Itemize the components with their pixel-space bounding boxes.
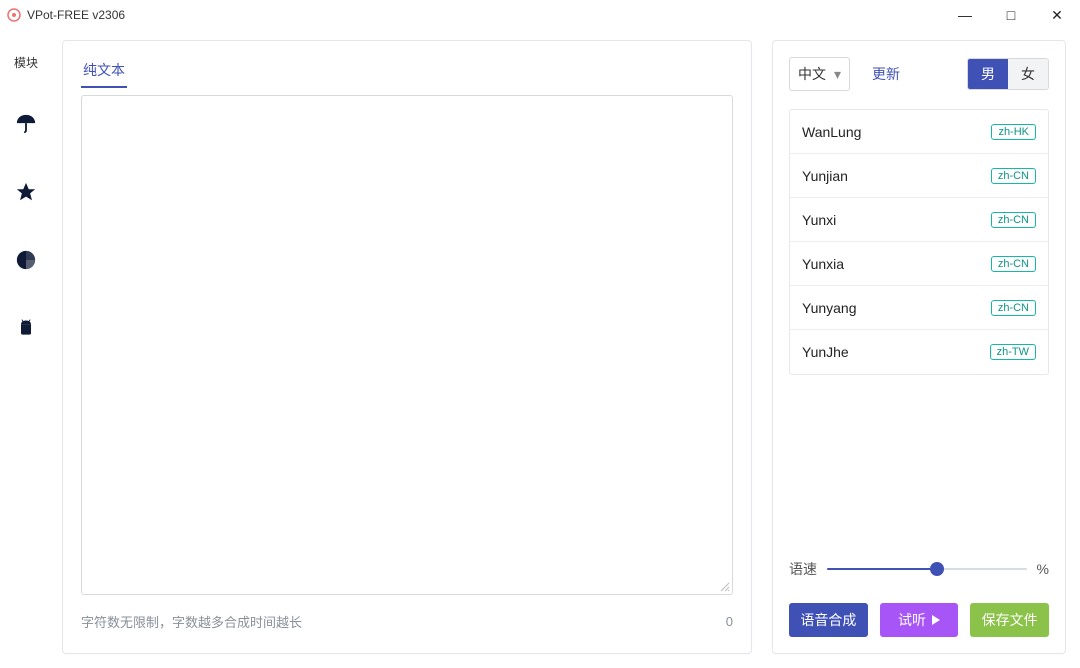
voice-panel: 中文 ▾ 更新 男 女 WanLung zh-HK Yunjian zh-CN [772, 40, 1066, 654]
title-bar: VPot-FREE v2306 — □ ✕ [0, 0, 1080, 30]
locale-badge: zh-CN [991, 168, 1036, 184]
sidebar-module-label: 模块 [14, 54, 38, 71]
play-icon [932, 615, 940, 625]
maximize-button[interactable]: □ [988, 0, 1034, 30]
chevron-down-icon: ▾ [834, 66, 841, 83]
gender-toggle: 男 女 [967, 58, 1049, 90]
voice-item[interactable]: YunJhe zh-TW [790, 330, 1048, 374]
minimize-button[interactable]: — [942, 0, 988, 30]
char-counter: 0 [726, 614, 733, 629]
umbrella-icon[interactable] [11, 109, 41, 139]
refresh-button[interactable]: 更新 [872, 64, 900, 84]
editor-panel: 纯文本 字符数无限制，字数越多合成时间越长 0 [62, 40, 752, 654]
speed-label: 语速 [789, 559, 817, 579]
android-icon[interactable] [11, 313, 41, 343]
locale-badge: zh-CN [991, 300, 1036, 316]
char-hint: 字符数无限制，字数越多合成时间越长 [81, 612, 302, 631]
window-title: VPot-FREE v2306 [27, 8, 125, 22]
gender-female[interactable]: 女 [1008, 59, 1048, 89]
preview-button[interactable]: 试听 [880, 603, 959, 637]
locale-badge: zh-CN [991, 212, 1036, 228]
tab-plain-text[interactable]: 纯文本 [81, 54, 127, 88]
text-input[interactable] [81, 95, 733, 595]
locale-badge: zh-TW [990, 344, 1036, 360]
language-select[interactable]: 中文 ▾ [789, 57, 850, 91]
voice-item[interactable]: Yunjian zh-CN [790, 154, 1048, 198]
aperture-icon[interactable] [11, 245, 41, 275]
save-file-button[interactable]: 保存文件 [970, 603, 1049, 637]
voice-list: WanLung zh-HK Yunjian zh-CN Yunxi zh-CN … [789, 109, 1049, 375]
voice-item[interactable]: Yunxia zh-CN [790, 242, 1048, 286]
sidebar: 模块 [0, 30, 52, 668]
speed-slider[interactable] [827, 568, 1027, 570]
slider-thumb[interactable] [930, 562, 944, 576]
locale-badge: zh-CN [991, 256, 1036, 272]
app-icon [6, 7, 22, 23]
speed-row: 语速 % [789, 559, 1049, 579]
locale-badge: zh-HK [991, 124, 1036, 140]
close-button[interactable]: ✕ [1034, 0, 1080, 30]
speed-unit: % [1037, 561, 1049, 577]
star-icon[interactable] [11, 177, 41, 207]
synthesize-button[interactable]: 语音合成 [789, 603, 868, 637]
gender-male[interactable]: 男 [968, 59, 1008, 89]
language-label: 中文 [798, 64, 826, 84]
voice-item[interactable]: WanLung zh-HK [790, 110, 1048, 154]
voice-item[interactable]: Yunxi zh-CN [790, 198, 1048, 242]
voice-item[interactable]: Yunyang zh-CN [790, 286, 1048, 330]
